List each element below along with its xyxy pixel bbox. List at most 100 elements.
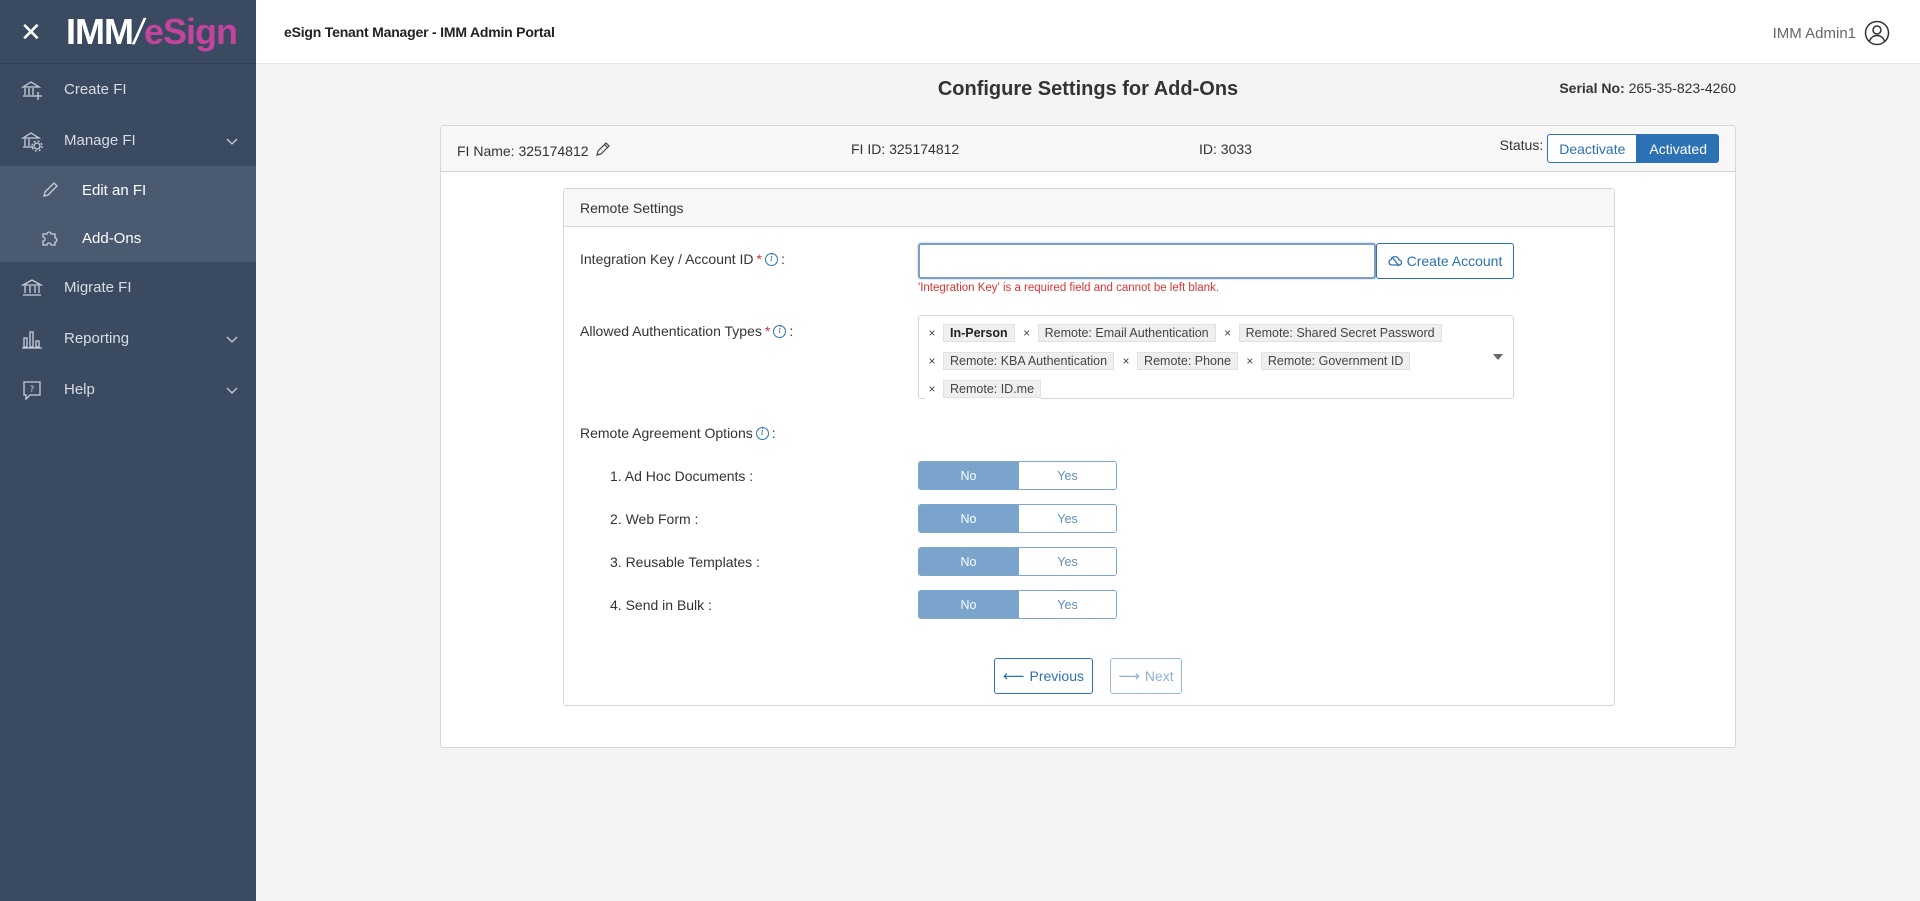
- option-send-bulk-label: 4. Send in Bulk :: [610, 597, 712, 613]
- sidebar: ✕ IMM / eSign Create FI Manage FI Edit a…: [0, 0, 256, 901]
- sidebar-item-manage-fi[interactable]: Manage FI: [0, 115, 256, 166]
- dropdown-caret-icon[interactable]: [1493, 354, 1503, 360]
- edit-pencil-icon[interactable]: [595, 141, 611, 160]
- arrow-left-icon: ⟵: [1003, 668, 1025, 685]
- sidebar-submenu: Edit an FI Add-Ons: [0, 166, 256, 262]
- sidebar-subitem-label: Edit an FI: [82, 181, 147, 199]
- activated-button[interactable]: Activated: [1637, 134, 1719, 163]
- auth-types-label: Allowed Authentication Types * i :: [580, 323, 793, 339]
- close-menu-icon[interactable]: ✕: [20, 19, 48, 45]
- info-icon[interactable]: i: [765, 252, 778, 266]
- sidebar-item-label: Manage FI: [64, 132, 136, 149]
- serial-number: Serial No: 265-35-823-4260: [1559, 80, 1736, 96]
- chevron-down-icon: [226, 133, 238, 150]
- logo-esign-text: eSign: [144, 10, 238, 52]
- web-form-yes-button[interactable]: Yes: [1018, 505, 1116, 532]
- sidebar-item-edit-fi[interactable]: Edit an FI: [0, 166, 256, 214]
- previous-button[interactable]: ⟵ Previous: [994, 658, 1093, 694]
- auth-tag-label: Remote: Shared Secret Password: [1238, 323, 1442, 342]
- bank-gear-icon: [20, 129, 44, 153]
- agreement-options-label-text: Remote Agreement Options: [580, 425, 753, 441]
- bank-plus-icon: [20, 78, 44, 102]
- sidebar-item-migrate-fi[interactable]: Migrate FI: [0, 262, 256, 313]
- help-bubble-icon: ?: [20, 378, 44, 402]
- auth-tag: × Remote: ID.me: [925, 378, 1042, 399]
- logo-imm-text: IMM: [66, 10, 134, 52]
- option-ad-hoc-label: 1. Ad Hoc Documents :: [610, 468, 754, 484]
- sidebar-item-add-ons[interactable]: Add-Ons: [0, 214, 256, 262]
- auth-tag-label: Remote: ID.me: [943, 379, 1042, 398]
- auth-tag-label: Remote: Email Authentication: [1037, 323, 1216, 342]
- status-label: Status:: [1499, 136, 1544, 153]
- auth-tag-label: Remote: Phone: [1137, 351, 1238, 370]
- web-form-no-button[interactable]: No: [919, 505, 1018, 532]
- required-asterisk: *: [764, 323, 771, 339]
- sidebar-header: ✕ IMM / eSign: [0, 0, 256, 64]
- cloud-link-icon: [1388, 255, 1402, 267]
- arrow-right-icon: ⟶: [1118, 668, 1140, 685]
- sidebar-item-reporting[interactable]: Reporting: [0, 313, 256, 364]
- send-bulk-yes-button[interactable]: Yes: [1018, 591, 1116, 618]
- fi-name-text: FI Name: 325174812: [457, 142, 589, 159]
- user-avatar-icon[interactable]: [1864, 20, 1890, 46]
- puzzle-icon: [38, 228, 62, 248]
- status-toggle: Deactivate Activated: [1547, 134, 1719, 163]
- chevron-down-icon: [226, 382, 238, 399]
- create-account-button[interactable]: Create Account: [1376, 243, 1514, 279]
- sidebar-item-create-fi[interactable]: Create FI: [0, 64, 256, 115]
- reusable-templates-no-button[interactable]: No: [919, 548, 1018, 575]
- user-menu[interactable]: IMM Admin1: [1773, 20, 1890, 46]
- internal-id: ID: 3033: [1199, 141, 1252, 157]
- sidebar-item-label: Reporting: [64, 330, 130, 347]
- ad-hoc-no-button[interactable]: No: [919, 462, 1018, 489]
- label-colon: :: [789, 323, 794, 339]
- user-name: IMM Admin1: [1772, 24, 1856, 42]
- sidebar-item-label: Migrate FI: [64, 279, 132, 296]
- previous-label: Previous: [1029, 668, 1084, 684]
- integration-key-input[interactable]: [918, 243, 1376, 279]
- info-icon[interactable]: i: [755, 426, 769, 440]
- fi-info-bar: FI Name: 325174812 FI ID: 325174812 ID: …: [441, 126, 1735, 172]
- required-asterisk: *: [756, 251, 762, 267]
- next-button[interactable]: ⟶ Next: [1110, 658, 1182, 694]
- info-icon[interactable]: i: [773, 324, 787, 338]
- remove-tag-icon[interactable]: ×: [1119, 354, 1133, 368]
- sidebar-item-help[interactable]: ? Help: [0, 364, 256, 415]
- sidebar-subitem-label: Add-Ons: [82, 229, 142, 247]
- sidebar-item-label: Help: [64, 381, 95, 398]
- auth-tag: × In-Person: [925, 322, 1015, 343]
- auth-tag: × Remote: Phone: [1119, 350, 1238, 371]
- logo: IMM / eSign: [66, 10, 238, 53]
- option-reusable-templates-label: 3. Reusable Templates :: [610, 554, 760, 570]
- reusable-templates-toggle: No Yes: [918, 547, 1117, 576]
- auth-types-multiselect[interactable]: × In-Person × Remote: Email Authentication…: [918, 315, 1514, 399]
- send-bulk-toggle: No Yes: [918, 590, 1117, 619]
- bar-chart-icon: [20, 327, 44, 351]
- serial-value: 265-35-823-4260: [1628, 80, 1736, 96]
- chevron-down-icon: [226, 331, 238, 348]
- label-colon: :: [771, 425, 776, 441]
- remove-tag-icon[interactable]: ×: [1243, 354, 1257, 368]
- remove-tag-icon[interactable]: ×: [925, 354, 939, 368]
- remove-tag-icon[interactable]: ×: [925, 326, 939, 340]
- bank-arrow-icon: [20, 276, 44, 300]
- fi-id: FI ID: 325174812: [851, 141, 960, 157]
- remove-tag-icon[interactable]: ×: [1020, 326, 1034, 340]
- send-bulk-no-button[interactable]: No: [919, 591, 1018, 618]
- reusable-templates-yes-button[interactable]: Yes: [1018, 548, 1116, 575]
- auth-tag: × Remote: Shared Secret Password: [1220, 322, 1442, 343]
- auth-tag: × Remote: Government ID: [1242, 350, 1411, 371]
- auth-tag: × Remote: Email Authentication: [1019, 322, 1216, 343]
- remove-tag-icon[interactable]: ×: [1221, 326, 1235, 340]
- create-account-label: Create Account: [1406, 253, 1503, 269]
- ad-hoc-yes-button[interactable]: Yes: [1018, 462, 1116, 489]
- pencil-icon: [38, 181, 62, 199]
- web-form-toggle: No Yes: [918, 504, 1117, 533]
- remove-tag-icon[interactable]: ×: [925, 382, 939, 396]
- status-control: Status: Deactivate Activated: [1500, 134, 1719, 163]
- ad-hoc-toggle: No Yes: [918, 461, 1117, 490]
- agreement-options-label: Remote Agreement Options i :: [580, 425, 776, 441]
- label-colon: :: [781, 251, 785, 267]
- deactivate-button[interactable]: Deactivate: [1547, 134, 1638, 163]
- fi-name: FI Name: 325174812: [457, 141, 611, 160]
